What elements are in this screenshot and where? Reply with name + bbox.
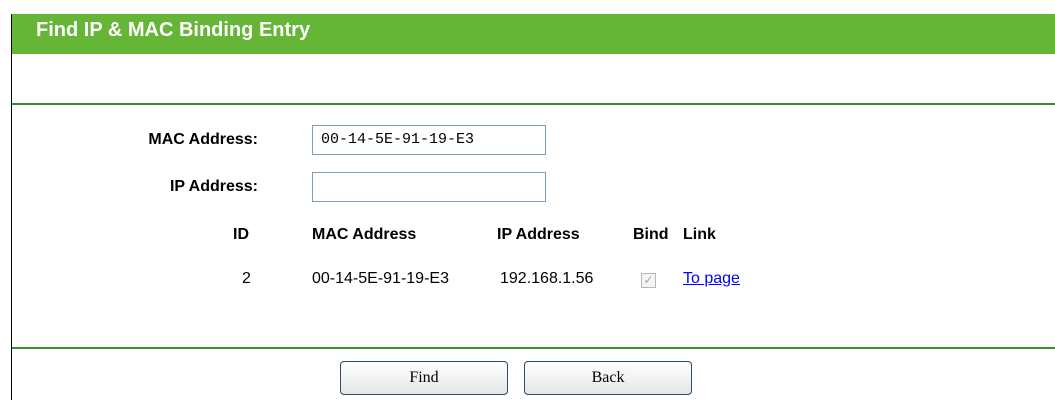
- mac-address-input[interactable]: 00-14-5E-91-19-E3: [312, 125, 546, 155]
- mac-address-label: MAC Address:: [148, 131, 258, 148]
- row-id: 2: [242, 270, 251, 287]
- bind-checkbox[interactable]: ✓: [641, 273, 656, 288]
- ip-address-input[interactable]: [312, 172, 546, 202]
- find-button[interactable]: Find: [340, 361, 508, 395]
- column-header-id: ID: [233, 226, 249, 243]
- top-divider: [12, 103, 1055, 105]
- page-title: Find IP & MAC Binding Entry: [36, 19, 311, 41]
- column-header-ip: IP Address: [497, 226, 580, 243]
- column-header-mac: MAC Address: [312, 226, 417, 243]
- back-button[interactable]: Back: [524, 361, 692, 395]
- ip-address-label: IP Address:: [169, 178, 258, 195]
- row-mac: 00-14-5E-91-19-E3: [312, 270, 449, 287]
- row-ip: 192.168.1.56: [500, 270, 594, 287]
- title-bar: Find IP & MAC Binding Entry: [12, 14, 1055, 54]
- column-header-bind: Bind: [633, 226, 669, 243]
- bottom-divider: [12, 347, 1055, 349]
- column-header-link: Link: [683, 226, 716, 243]
- to-page-link[interactable]: To page: [683, 270, 740, 288]
- page-frame: [11, 14, 1054, 400]
